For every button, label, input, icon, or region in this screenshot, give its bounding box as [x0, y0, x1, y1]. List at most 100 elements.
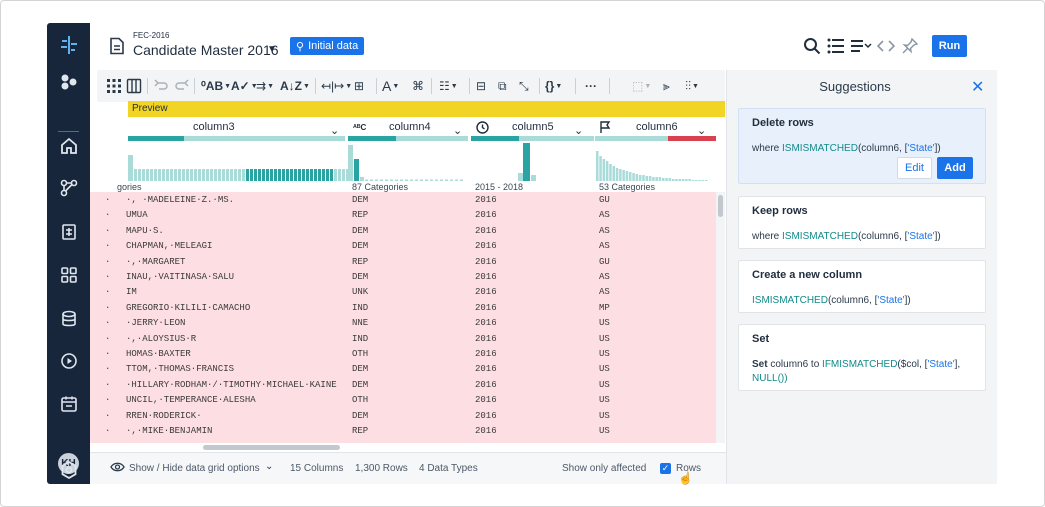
table-row[interactable]: · INAU,·VAITINASA·SALU DEM 2016 AS	[90, 270, 716, 285]
histogram-bar[interactable]	[435, 179, 438, 182]
settings-icon[interactable]	[57, 458, 80, 481]
histogram-bar[interactable]	[531, 175, 536, 181]
table-cell[interactable]: IM	[126, 287, 137, 297]
histogram-bar[interactable]	[455, 179, 458, 182]
filter-rows-icon[interactable]: ☷ ▼	[439, 77, 458, 95]
histogram-bar[interactable]	[262, 169, 265, 181]
table-row[interactable]: · RREN·RODERICK· DEM 2016 US	[90, 409, 716, 424]
histogram-bar[interactable]	[430, 179, 433, 182]
pin-icon[interactable]	[900, 36, 920, 56]
histogram-bar[interactable]	[202, 169, 205, 181]
nest-icon[interactable]: {} ▼	[545, 77, 562, 95]
list-icon[interactable]	[826, 36, 846, 56]
join-icon[interactable]: ⊟	[476, 77, 486, 95]
table-cell[interactable]: CHAPMAN,·MELEAGI	[126, 241, 212, 251]
histogram-bar[interactable]	[238, 169, 241, 181]
histogram-bar[interactable]	[186, 169, 189, 181]
share-icon[interactable]	[57, 70, 80, 93]
redo-icon[interactable]	[174, 77, 190, 95]
table-cell[interactable]: ·,·MIKE·BENJAMIN	[126, 426, 212, 436]
table-cell[interactable]: ·	[105, 349, 110, 359]
histogram-bar[interactable]	[282, 169, 285, 181]
histogram-bar[interactable]	[612, 166, 616, 181]
code-icon[interactable]	[876, 36, 896, 56]
histogram-bar[interactable]	[326, 169, 329, 181]
grid-view-icon[interactable]	[106, 77, 122, 95]
table-cell[interactable]: ·	[105, 195, 110, 205]
histogram-bar[interactable]	[698, 180, 701, 181]
grid-options-chevron-down-icon[interactable]: ⌄	[265, 461, 273, 472]
select-icon[interactable]: ⬚ ▼	[632, 77, 651, 95]
histogram-bar[interactable]	[632, 173, 635, 181]
format-icon[interactable]: ⇉ ▼	[256, 77, 274, 95]
histogram-bar[interactable]	[294, 169, 297, 181]
histogram-bar[interactable]	[415, 179, 418, 182]
table-cell[interactable]: 2016	[475, 411, 497, 421]
table-cell[interactable]: IND	[352, 303, 368, 313]
histogram-bar[interactable]	[688, 179, 691, 181]
histogram-bar[interactable]	[691, 180, 695, 181]
table-row[interactable]: · ·,·ALOYSIUS·R IND 2016 US	[90, 332, 716, 347]
table-cell[interactable]: OTH	[352, 349, 368, 359]
histogram-bar[interactable]	[334, 169, 337, 181]
histogram-bar[interactable]	[602, 159, 606, 181]
histogram-bar[interactable]	[242, 169, 245, 181]
histogram-bar[interactable]	[354, 159, 359, 181]
table-cell[interactable]: ·	[105, 426, 110, 436]
table-cell[interactable]: REP	[352, 426, 368, 436]
histogram-bar[interactable]	[665, 178, 668, 181]
table-cell[interactable]: AS	[599, 272, 610, 282]
table-row[interactable]: · ·HILLARY·RODHAM·/·TIMOTHY·MICHAEL·KAINE…	[90, 378, 716, 393]
eye-icon[interactable]	[110, 461, 125, 476]
histogram-bar[interactable]	[678, 179, 682, 181]
table-cell[interactable]: 2016	[475, 426, 497, 436]
table-cell[interactable]: NNE	[352, 318, 368, 328]
table-cell[interactable]: OTH	[352, 395, 368, 405]
undo-icon[interactable]	[153, 77, 169, 95]
table-row[interactable]: · UMUA REP 2016 AS	[90, 208, 716, 223]
table-cell[interactable]: ·	[105, 287, 110, 297]
table-cell[interactable]: US	[599, 426, 610, 436]
histogram-bar[interactable]	[166, 169, 169, 181]
histogram-bar[interactable]	[460, 179, 463, 182]
histogram-bar[interactable]	[695, 180, 698, 181]
table-cell[interactable]: US	[599, 395, 610, 405]
suggestion-card-set[interactable]: Set Set column6 to IFMISMATCHED($col, ['…	[738, 324, 986, 391]
page-title[interactable]: Candidate Master 2016	[133, 42, 279, 58]
histogram-bar[interactable]	[671, 179, 675, 181]
more-icon[interactable]: ···	[585, 77, 597, 95]
suggestion-card-delete-rows[interactable]: Delete rows where ISMISMATCHED(column6, …	[738, 108, 986, 184]
library-icon[interactable]	[57, 263, 80, 286]
horizontal-scrollbar[interactable]	[203, 445, 340, 450]
table-cell[interactable]: ·HILLARY·RODHAM·/·TIMOTHY·MICHAEL·KAINE	[126, 380, 337, 390]
histogram-bar[interactable]	[190, 169, 193, 181]
histogram-bar[interactable]	[342, 169, 345, 181]
table-cell[interactable]: US	[599, 380, 610, 390]
table-cell[interactable]: ·JERRY·LEON	[126, 318, 185, 328]
histogram-bar[interactable]	[652, 177, 655, 181]
table-cell[interactable]: AS	[599, 226, 610, 236]
histogram-bar[interactable]	[375, 179, 378, 182]
table-cell[interactable]: GU	[599, 195, 610, 205]
histogram-bar[interactable]	[681, 179, 685, 181]
table-cell[interactable]: MP	[599, 303, 610, 313]
union-icon[interactable]: ⧉	[498, 77, 507, 95]
table-cell[interactable]: UMUA	[126, 210, 148, 220]
histogram-bar[interactable]	[648, 176, 652, 181]
histogram-bar[interactable]	[619, 169, 622, 181]
histogram-bar[interactable]	[405, 179, 408, 182]
column-details-icon[interactable]	[850, 36, 874, 56]
table-cell[interactable]: ·	[105, 303, 110, 313]
merge-icon[interactable]: ⊞	[354, 77, 364, 95]
table-cell[interactable]: AS	[599, 287, 610, 297]
add-button[interactable]: Add	[937, 157, 973, 179]
table-cell[interactable]: ·	[105, 380, 110, 390]
logo-icon[interactable]	[57, 33, 80, 56]
histogram-bar[interactable]	[338, 169, 341, 181]
histogram-bar[interactable]	[596, 151, 599, 181]
histogram-bar[interactable]	[645, 176, 649, 181]
histogram-bar[interactable]	[638, 175, 642, 181]
histogram-bar[interactable]	[170, 169, 173, 181]
table-cell[interactable]: 2016	[475, 287, 497, 297]
table-cell[interactable]: ·	[105, 257, 110, 267]
